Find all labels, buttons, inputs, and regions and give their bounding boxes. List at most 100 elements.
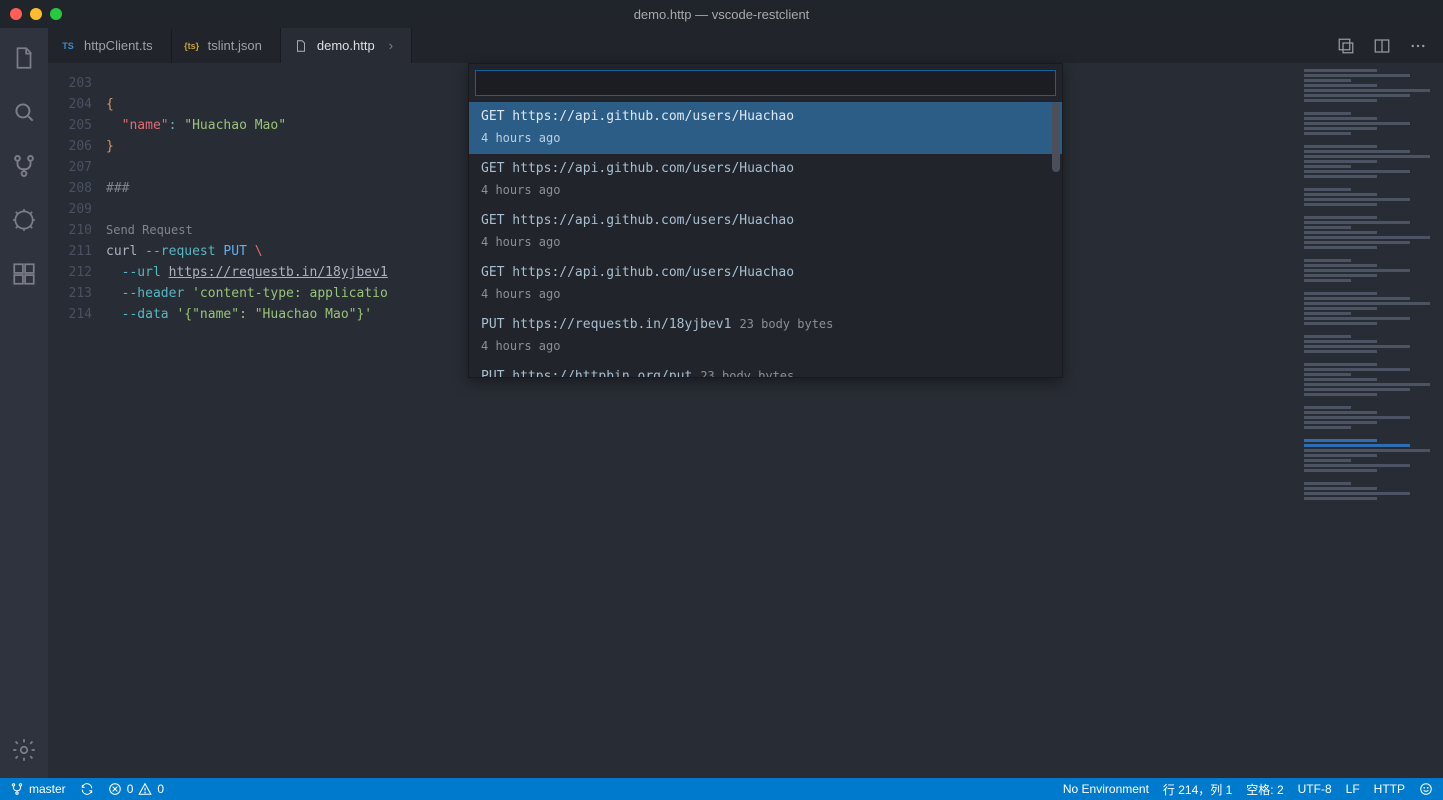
window-title: demo.http — vscode-restclient: [0, 7, 1443, 22]
editor-body[interactable]: 203204205206207208209210211212213214 { "…: [48, 63, 1443, 778]
status-sync[interactable]: [80, 782, 94, 796]
source-control-icon[interactable]: [10, 152, 38, 180]
status-encoding[interactable]: UTF-8: [1298, 782, 1332, 796]
maximize-window-button[interactable]: [50, 8, 62, 20]
extensions-icon[interactable]: [10, 260, 38, 288]
minimap-line: [1304, 355, 1437, 363]
quickpick-item[interactable]: GET https://api.github.com/users/Huachao…: [469, 258, 1062, 310]
quickpick-scrollbar[interactable]: [1052, 102, 1060, 172]
status-spaces[interactable]: 空格: 2: [1246, 781, 1283, 798]
minimize-window-button[interactable]: [30, 8, 42, 20]
quickpick-item-time: 4 hours ago: [481, 128, 1050, 149]
minimap-line: [1304, 383, 1430, 386]
line-number: 213: [48, 283, 92, 304]
compare-icon[interactable]: [1337, 37, 1355, 55]
minimap-line: [1304, 145, 1377, 148]
minimap-line: [1304, 203, 1377, 206]
minimap-line: [1304, 208, 1437, 216]
quickpick-item[interactable]: PUT https://httpbin.org/put23 body bytes…: [469, 362, 1062, 377]
minimap-line: [1304, 99, 1377, 102]
minimap-line: [1304, 345, 1410, 348]
status-environment[interactable]: No Environment: [1063, 782, 1149, 796]
debug-icon[interactable]: [10, 206, 38, 234]
minimap-line: [1304, 246, 1377, 249]
minimap-line: [1304, 393, 1377, 396]
editor-tab[interactable]: demo.http›: [281, 28, 412, 63]
minimap-line: [1304, 259, 1351, 262]
minimap-line: [1304, 459, 1351, 462]
quickpick-item-title: GET https://api.github.com/users/Huachao: [481, 158, 794, 179]
editor-tabs: TShttpClient.ts {ts} tslint.json demo.http›: [48, 28, 1443, 63]
quickpick-item-time: 4 hours ago: [481, 180, 1050, 201]
minimap-line: [1304, 104, 1437, 112]
line-number: 207: [48, 157, 92, 178]
minimap-line: [1304, 279, 1351, 282]
split-editor-icon[interactable]: [1373, 37, 1391, 55]
status-branch[interactable]: master: [10, 782, 66, 796]
minimap-line: [1304, 274, 1377, 277]
quickpick-item[interactable]: GET https://api.github.com/users/Huachao…: [469, 206, 1062, 258]
minimap-line: [1304, 363, 1377, 366]
line-number: 203: [48, 73, 92, 94]
minimap[interactable]: [1298, 63, 1443, 778]
minimap-line: [1304, 416, 1410, 419]
quickpick-input[interactable]: [475, 70, 1056, 96]
minimap-line: [1304, 193, 1377, 196]
explorer-icon[interactable]: [10, 44, 38, 72]
line-number: 210: [48, 220, 92, 241]
minimap-line: [1304, 398, 1437, 406]
minimap-line: [1304, 241, 1410, 244]
minimap-line: [1304, 388, 1410, 391]
minimap-line: [1304, 297, 1410, 300]
minimap-line: [1304, 307, 1377, 310]
quickpick-item-title: PUT https://requestb.in/18yjbev1: [481, 314, 731, 335]
status-problems[interactable]: 0 0: [108, 782, 164, 796]
minimap-line: [1304, 474, 1437, 482]
minimap-line: [1304, 431, 1437, 439]
minimap-line: [1304, 89, 1430, 92]
editor-tab[interactable]: TShttpClient.ts: [48, 28, 172, 63]
json-file-icon: {ts}: [184, 38, 200, 54]
minimap-line: [1304, 487, 1377, 490]
status-feedback-icon[interactable]: [1419, 782, 1433, 796]
settings-gear-icon[interactable]: [10, 736, 38, 764]
minimap-line: [1304, 251, 1437, 259]
editor-tab[interactable]: {ts} tslint.json: [172, 28, 281, 63]
minimap-line: [1304, 180, 1437, 188]
minimap-line: [1304, 231, 1377, 234]
minimap-line: [1304, 127, 1377, 130]
quickpick-item-title: GET https://api.github.com/users/Huachao: [481, 106, 794, 127]
ts-file-icon: TS: [60, 38, 76, 54]
minimap-line: [1304, 340, 1377, 343]
minimap-line: [1304, 482, 1351, 485]
quickpick-item-extra: 23 body bytes: [739, 314, 833, 335]
minimap-line: [1304, 269, 1410, 272]
quickpick-item[interactable]: PUT https://requestb.in/18yjbev1 23 body …: [469, 310, 1062, 362]
quickpick-item[interactable]: GET https://api.github.com/users/Huachao…: [469, 154, 1062, 206]
tab-label: tslint.json: [208, 38, 262, 53]
minimap-line: [1304, 449, 1430, 452]
quickpick-item[interactable]: GET https://api.github.com/users/Huachao…: [469, 102, 1062, 154]
quickpick-list: GET https://api.github.com/users/Huachao…: [469, 102, 1062, 377]
minimap-line: [1304, 469, 1377, 472]
status-language[interactable]: HTTP: [1374, 782, 1405, 796]
minimap-line: [1304, 292, 1377, 295]
more-icon[interactable]: [1409, 37, 1427, 55]
minimap-line: [1304, 84, 1377, 87]
status-line-col[interactable]: 行 214，列 1: [1163, 781, 1232, 798]
minimap-line: [1304, 188, 1351, 191]
status-bar: master 0 0 No Environment 行 214，列 1 空格: …: [0, 778, 1443, 800]
minimap-line: [1304, 226, 1351, 229]
quickpick-item-time: 4 hours ago: [481, 232, 1050, 253]
tab-label: demo.http: [317, 38, 375, 53]
minimap-line: [1304, 406, 1351, 409]
minimap-line: [1304, 170, 1410, 173]
activity-bar: [0, 28, 48, 778]
minimap-line: [1304, 112, 1351, 115]
close-window-button[interactable]: [10, 8, 22, 20]
search-icon[interactable]: [10, 98, 38, 126]
minimap-line: [1304, 464, 1410, 467]
minimap-line: [1304, 327, 1437, 335]
status-eol[interactable]: LF: [1346, 782, 1360, 796]
quickpick-item-title: GET https://api.github.com/users/Huachao: [481, 262, 794, 283]
